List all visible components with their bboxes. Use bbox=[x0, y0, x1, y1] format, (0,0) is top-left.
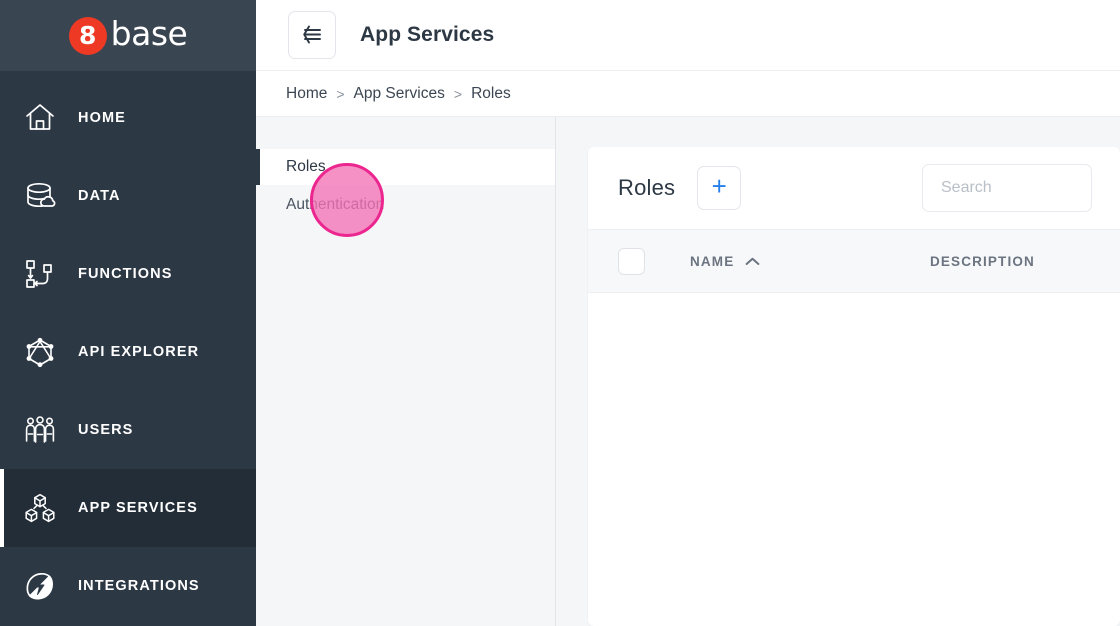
app-root: 8 base HOME bbox=[0, 0, 1120, 626]
primary-nav: HOME DATA bbox=[0, 71, 256, 625]
sidebar-item-label: USERS bbox=[78, 422, 133, 438]
functions-icon bbox=[20, 254, 60, 294]
body-row: Roles Authentication Roles + bbox=[256, 117, 1120, 626]
sidebar-item-label: DATA bbox=[78, 188, 121, 204]
breadcrumb-separator: > bbox=[454, 86, 462, 102]
sidebar-item-functions[interactable]: FUNCTIONS bbox=[0, 235, 256, 313]
select-all-cell bbox=[618, 248, 690, 275]
top-bar: App Services bbox=[256, 0, 1120, 71]
sidebar-item-api-explorer[interactable]: API EXPLORER bbox=[0, 313, 256, 391]
sidebar-item-home[interactable]: HOME bbox=[0, 79, 256, 157]
collapse-sidebar-button[interactable] bbox=[288, 11, 336, 59]
sidebar-item-integrations[interactable]: INTEGRATIONS bbox=[0, 547, 256, 625]
sidebar-item-label: API EXPLORER bbox=[78, 344, 199, 360]
sidebar-item-label: INTEGRATIONS bbox=[78, 578, 200, 594]
main-area: App Services Home > App Services > Roles… bbox=[256, 0, 1120, 626]
brand-mark-icon: 8 bbox=[69, 17, 107, 55]
sidebar-item-users[interactable]: USERS bbox=[0, 391, 256, 469]
table-header-row: NAME DESCRIPTION bbox=[588, 230, 1120, 293]
roles-card: Roles + NAME bbox=[588, 147, 1120, 626]
sidebar-item-data[interactable]: DATA bbox=[0, 157, 256, 235]
card-header: Roles + bbox=[588, 147, 1120, 230]
database-icon bbox=[20, 176, 60, 216]
chevron-up-icon[interactable] bbox=[745, 257, 760, 266]
content-area: Roles + NAME bbox=[556, 117, 1120, 626]
breadcrumb-item-app-services[interactable]: App Services bbox=[354, 85, 445, 103]
breadcrumb-item-roles[interactable]: Roles bbox=[471, 85, 511, 103]
primary-sidebar: 8 base HOME bbox=[0, 0, 256, 626]
card-title: Roles bbox=[618, 175, 675, 201]
brand-logo[interactable]: 8 base bbox=[0, 0, 256, 71]
graphql-icon bbox=[20, 332, 60, 372]
breadcrumb-separator: > bbox=[336, 86, 344, 102]
subnav-item-label: Authentication bbox=[286, 196, 384, 214]
column-header-label: DESCRIPTION bbox=[930, 254, 1035, 269]
search-input[interactable] bbox=[922, 164, 1092, 212]
sidebar-item-label: HOME bbox=[78, 110, 126, 126]
subnav-item-label: Roles bbox=[286, 158, 326, 176]
users-icon bbox=[20, 410, 60, 450]
secondary-nav: Roles Authentication bbox=[256, 117, 556, 626]
add-role-button[interactable]: + bbox=[697, 166, 741, 210]
page-title: App Services bbox=[360, 23, 494, 47]
brand-wordmark: base bbox=[111, 14, 188, 53]
column-header-description[interactable]: DESCRIPTION bbox=[930, 254, 1120, 269]
select-all-checkbox[interactable] bbox=[618, 248, 645, 275]
table-body bbox=[588, 293, 1120, 493]
breadcrumb-item-home[interactable]: Home bbox=[286, 85, 327, 103]
sidebar-item-label: FUNCTIONS bbox=[78, 266, 172, 282]
subnav-item-roles[interactable]: Roles bbox=[256, 149, 555, 185]
breadcrumb: Home > App Services > Roles bbox=[256, 71, 1120, 117]
subnav-item-authentication[interactable]: Authentication bbox=[256, 187, 555, 223]
bolt-icon bbox=[20, 566, 60, 606]
sidebar-item-label: APP SERVICES bbox=[78, 500, 198, 516]
app-services-icon bbox=[20, 488, 60, 528]
plus-icon: + bbox=[712, 173, 727, 199]
sidebar-item-app-services[interactable]: APP SERVICES bbox=[0, 469, 256, 547]
home-icon bbox=[20, 98, 60, 138]
search-container bbox=[922, 164, 1092, 212]
collapse-sidebar-icon bbox=[300, 22, 324, 49]
column-header-label: NAME bbox=[690, 254, 734, 269]
column-header-name[interactable]: NAME bbox=[690, 254, 930, 269]
